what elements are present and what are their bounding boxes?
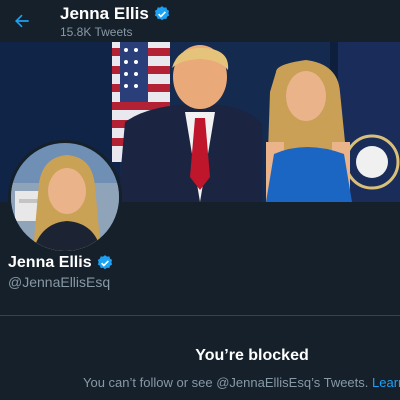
profile-name: Jenna Ellis	[8, 254, 114, 272]
header-title: Jenna Ellis	[60, 4, 171, 24]
learn-more-link[interactable]: Learn more	[372, 375, 400, 390]
profile-name-text: Jenna Ellis	[8, 254, 92, 271]
profile-avatar[interactable]	[8, 140, 122, 254]
header-name-text: Jenna Ellis	[60, 4, 149, 23]
tweet-count: 15.8K Tweets	[60, 25, 133, 39]
verified-badge-icon	[154, 6, 169, 21]
verified-badge-icon	[97, 255, 112, 270]
section-divider	[0, 315, 400, 316]
top-bar: Jenna Ellis 15.8K Tweets	[0, 0, 400, 42]
avatar-photo	[11, 143, 119, 251]
profile-handle: @JennaEllisEsq	[8, 274, 111, 290]
blocked-description-text: You can’t follow or see @JennaEllisEsq’s…	[83, 375, 369, 390]
blocked-description: You can’t follow or see @JennaEllisEsq’s…	[83, 375, 400, 390]
arrow-left-icon	[15, 14, 29, 28]
blocked-title: You’re blocked	[195, 347, 309, 364]
back-button[interactable]	[8, 7, 36, 35]
